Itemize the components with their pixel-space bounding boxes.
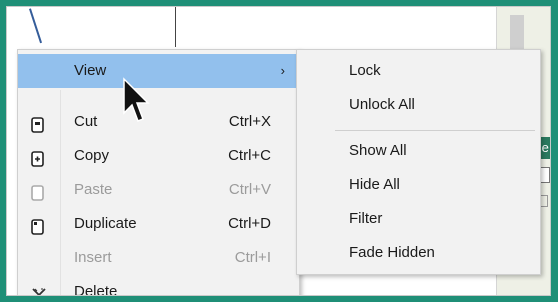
- cut-icon: [30, 113, 46, 133]
- view-submenu: Lock Unlock All Show All Hide All Filter…: [296, 49, 541, 275]
- submenu-separator: [335, 130, 535, 131]
- submenu-item-hide-all[interactable]: Hide All: [349, 175, 400, 195]
- menu-item-label: View: [74, 62, 107, 79]
- menu-item-duplicate[interactable]: Duplicate Ctrl+D: [18, 207, 299, 241]
- menu-item-shortcut: Ctrl+C: [228, 147, 271, 164]
- submenu-item-fade-hidden[interactable]: Fade Hidden: [349, 243, 435, 263]
- menu-item-shortcut: Ctrl+X: [228, 113, 271, 130]
- mouse-cursor-icon: [123, 77, 150, 122]
- canvas-divider: [175, 7, 176, 47]
- menu-item-label: Cut: [74, 113, 98, 130]
- menu-item-delete[interactable]: Delete: [18, 275, 299, 296]
- submenu-item-filter[interactable]: Filter: [349, 209, 382, 229]
- menu-item-label: Paste: [74, 181, 113, 198]
- submenu-item-unlock-all[interactable]: Unlock All: [349, 95, 415, 115]
- submenu-item-lock[interactable]: Lock: [349, 61, 381, 81]
- menu-item-cut[interactable]: Cut Ctrl+X: [18, 105, 299, 139]
- menu-item-copy[interactable]: Copy Ctrl+C: [18, 139, 299, 173]
- copy-icon: [30, 147, 46, 167]
- screenshot-frame: Se View › Cut Ctrl+X Copy Ctrl+C: [6, 6, 551, 296]
- submenu-item-show-all[interactable]: Show All: [349, 141, 407, 161]
- submenu-arrow-icon: ›: [280, 63, 285, 78]
- delete-icon: [30, 283, 46, 295]
- menu-item-label: Copy: [74, 147, 110, 164]
- canvas-shape-line: [29, 8, 43, 44]
- menu-item-paste[interactable]: Paste Ctrl+V: [18, 173, 299, 207]
- menu-item-insert[interactable]: Insert Ctrl+I: [18, 241, 299, 275]
- menu-item-label: Delete: [74, 283, 118, 296]
- menu-item-label: Duplicate: [74, 215, 137, 232]
- menu-item-view[interactable]: View ›: [18, 54, 299, 88]
- menu-item-label: Insert: [74, 249, 112, 266]
- menu-item-shortcut: Ctrl+V: [228, 181, 271, 198]
- duplicate-icon: [30, 215, 46, 235]
- menu-item-shortcut: Ctrl+D: [228, 215, 271, 232]
- paste-icon: [30, 181, 46, 201]
- menu-item-shortcut: Ctrl+I: [234, 249, 271, 266]
- context-menu: View › Cut Ctrl+X Copy Ctrl+C Paste Ctrl…: [17, 49, 300, 296]
